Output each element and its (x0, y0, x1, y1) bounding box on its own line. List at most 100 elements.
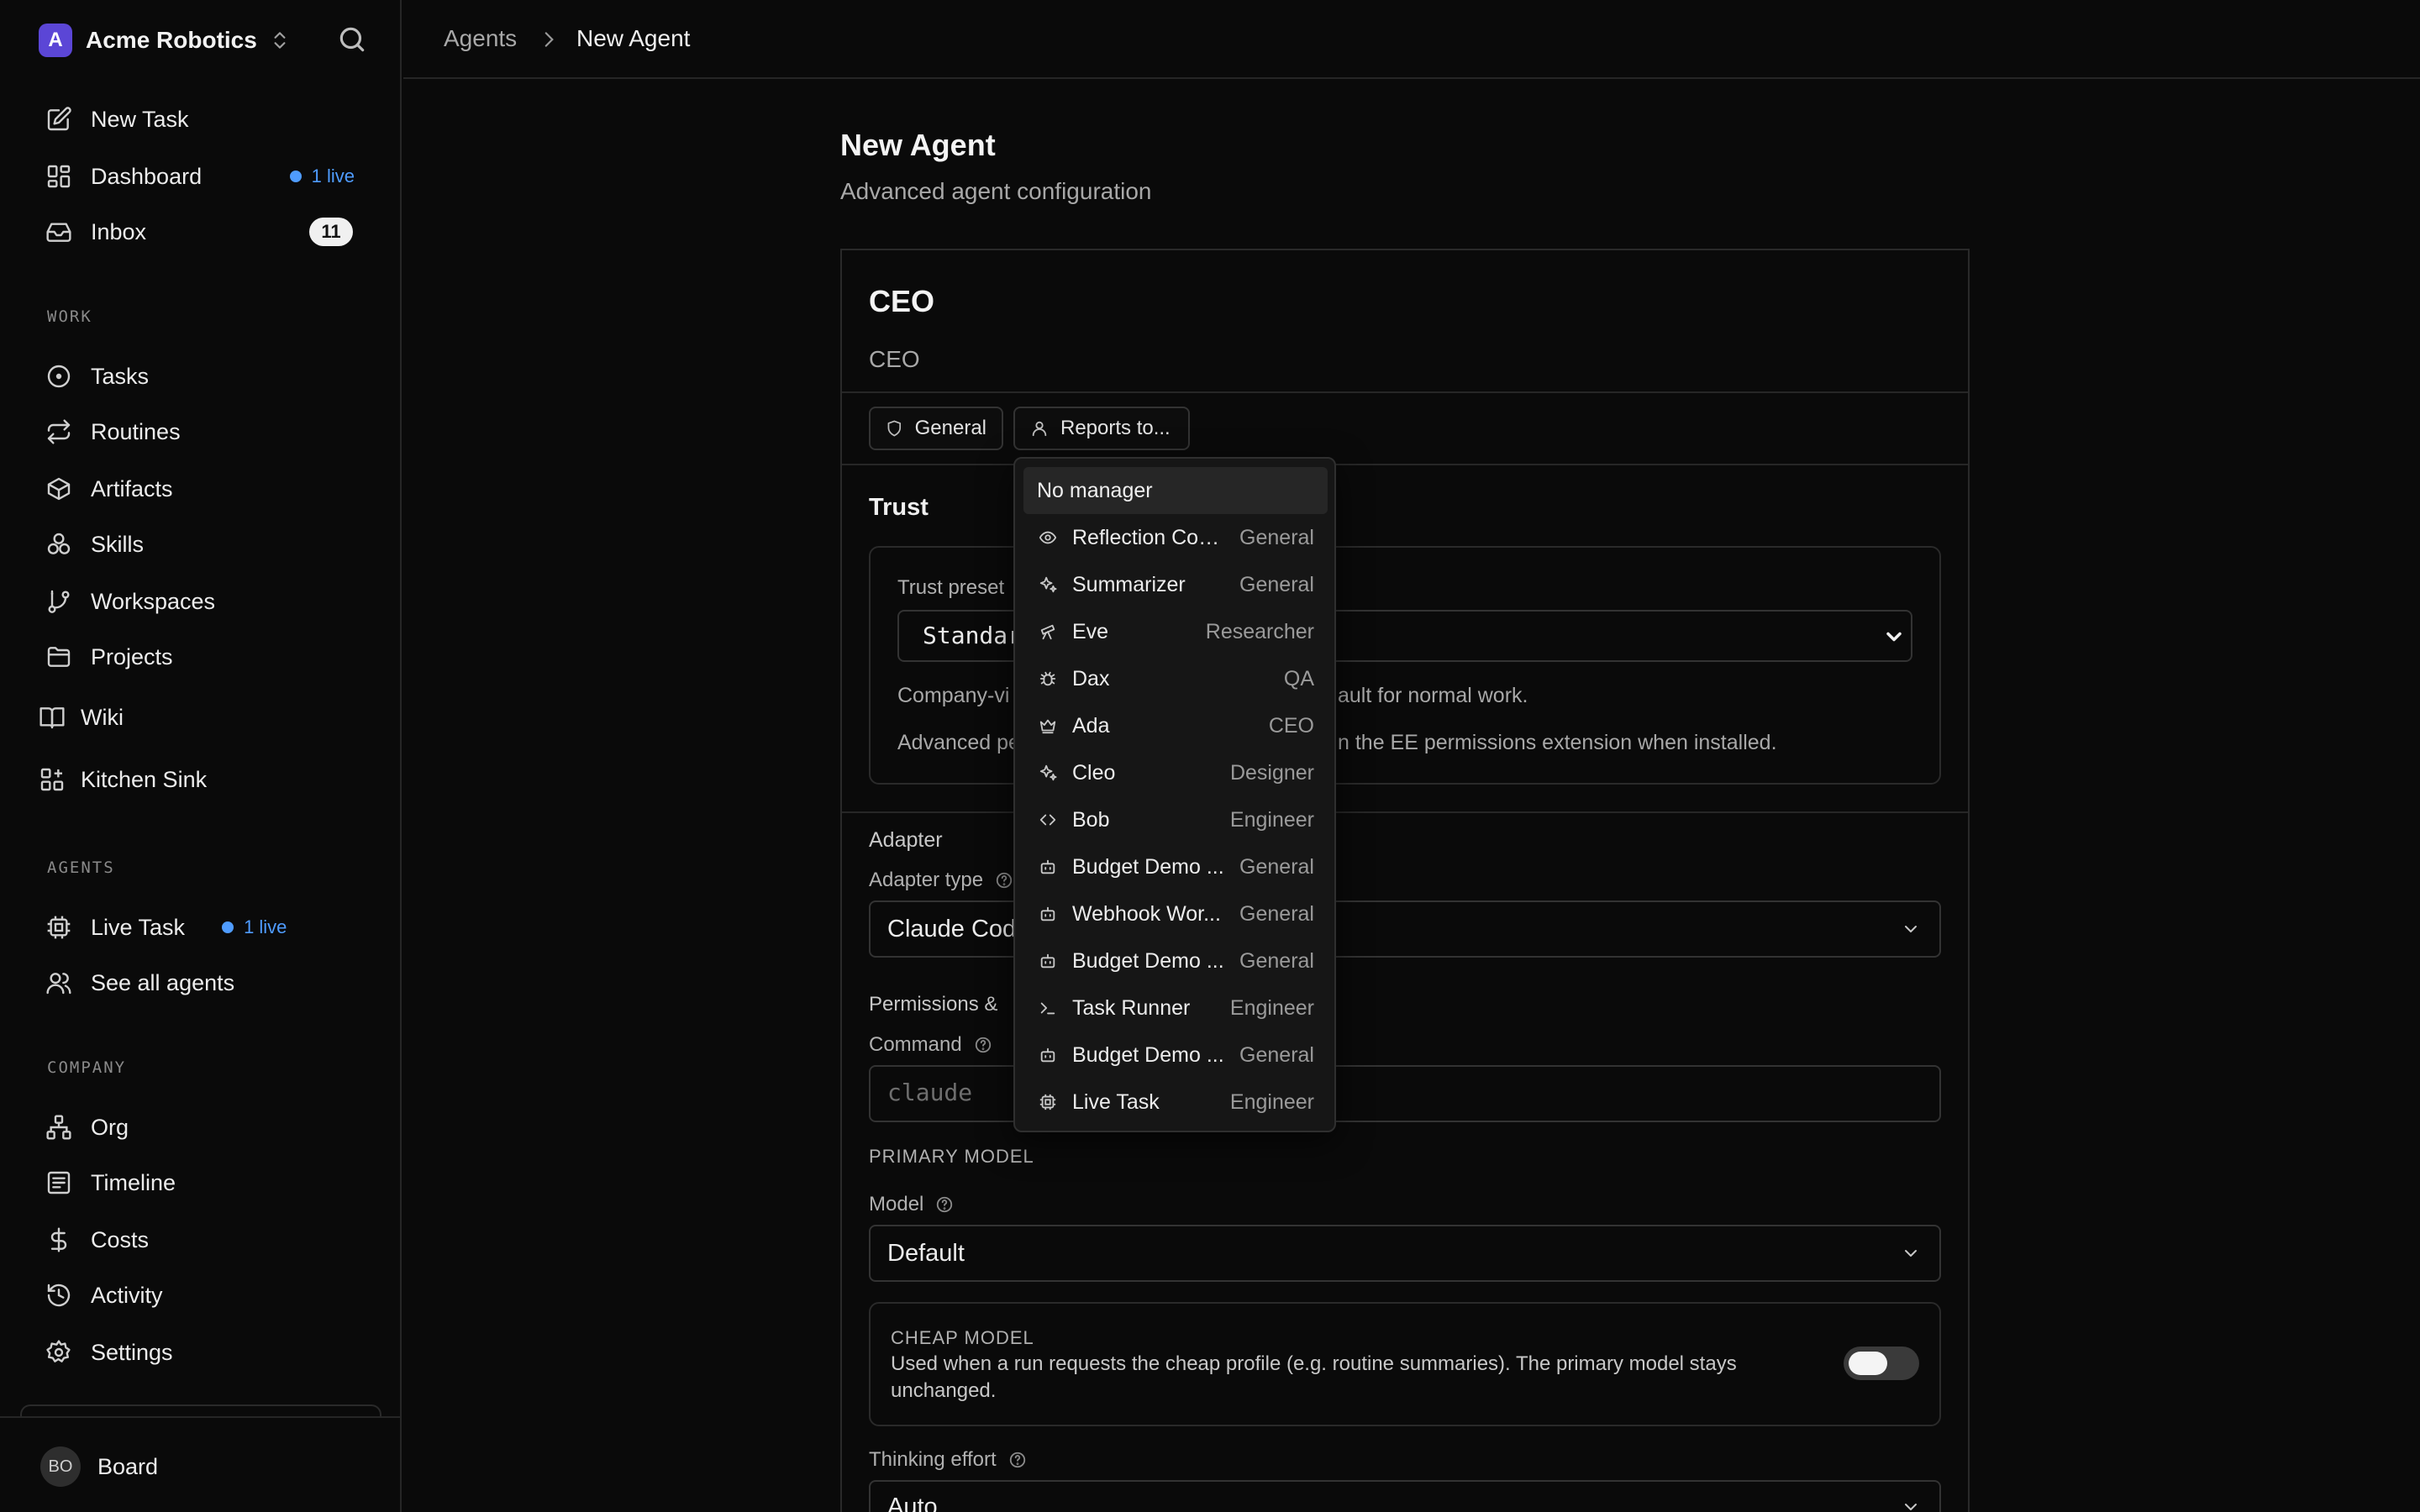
nav-label: Activity (91, 1282, 163, 1308)
nav-kitchen-sink[interactable]: Kitchen Sink (25, 756, 365, 803)
agent-name-input[interactable]: CEO (869, 284, 934, 319)
boxes-icon (45, 531, 72, 558)
nav-settings[interactable]: Settings (32, 1329, 371, 1376)
trust-note-end: n the EE permissions extension when inst… (1338, 731, 1777, 754)
code-icon (1039, 811, 1057, 829)
option-name: Reflection Coa... (1072, 525, 1227, 549)
dropdown-option[interactable]: Webhook Wor... General (1023, 890, 1328, 937)
git-branch-icon (45, 588, 72, 615)
help-circle-icon[interactable] (1008, 1451, 1027, 1469)
option-role: Researcher (1205, 619, 1314, 643)
gear-icon (45, 1339, 72, 1366)
option-name: Webhook Wor... (1072, 901, 1221, 926)
live-status: 1 live (289, 165, 355, 187)
trust-preset-label: Trust preset (897, 576, 1005, 599)
dropdown-option[interactable]: Ada CEO (1023, 702, 1328, 749)
help-circle-icon[interactable] (995, 871, 1013, 890)
dropdown-option[interactable]: Summarizer General (1023, 561, 1328, 608)
nav-projects[interactable]: Projects (32, 633, 371, 680)
primary-model-heading: PRIMARY MODEL (869, 1146, 1034, 1167)
option-name: Cleo (1072, 760, 1116, 785)
nav-routines[interactable]: Routines (32, 408, 371, 455)
agent-title-input[interactable]: CEO (869, 346, 920, 373)
nav-label: Routines (91, 418, 181, 444)
bot-icon (1039, 905, 1057, 923)
page-subtitle: Advanced agent configuration (840, 178, 1152, 204)
breadcrumb-current: New Agent (576, 25, 691, 51)
reports-to-chip[interactable]: Reports to... (1013, 407, 1190, 450)
dropdown-option[interactable]: Budget Demo ... General (1023, 1032, 1328, 1079)
chevrons-up-down-icon (269, 29, 291, 51)
nav-dashboard[interactable]: Dashboard 1 live (32, 153, 371, 200)
nav-workspaces[interactable]: Workspaces (32, 578, 371, 625)
role-chip-label: General (914, 417, 986, 439)
nav-activity[interactable]: Activity (32, 1272, 371, 1319)
chevron-down-icon (1882, 625, 1906, 648)
adapter-heading: Adapter (869, 828, 943, 852)
live-status: 1 live (222, 916, 287, 938)
thinking-effort-value: Auto (887, 1494, 938, 1512)
divider (842, 464, 1968, 465)
cpu-icon (1039, 1093, 1057, 1111)
option-name: Budget Demo ... (1072, 854, 1224, 879)
option-name: Budget Demo ... (1072, 948, 1224, 973)
nav-timeline[interactable]: Timeline (32, 1159, 371, 1206)
bot-icon (1039, 952, 1057, 970)
dropdown-option[interactable]: Live Task Engineer (1023, 1079, 1328, 1126)
model-label-text: Model (869, 1193, 924, 1215)
search-icon[interactable] (336, 24, 368, 55)
trust-note-start: Advanced pe (897, 731, 1020, 754)
dropdown-option[interactable]: Task Runner Engineer (1023, 984, 1328, 1032)
nav-org[interactable]: Org (32, 1104, 371, 1151)
user-menu[interactable]: BO Board (40, 1446, 158, 1487)
command-placeholder: claude (887, 1079, 973, 1106)
nav-inbox[interactable]: Inbox 11 (32, 208, 371, 255)
reports-to-dropdown: No manager Reflection Coa... General Sum… (1013, 457, 1336, 1132)
nav-label: Live Task (91, 914, 186, 940)
cheap-model-toggle[interactable] (1844, 1347, 1919, 1380)
nav-live-task[interactable]: Live Task 1 live (32, 904, 371, 951)
nav-label: Projects (91, 643, 173, 669)
trust-preset-value: Standar (923, 622, 1023, 649)
user-icon (1030, 419, 1049, 438)
role-chip[interactable]: General (869, 407, 1003, 450)
nav-label: Org (91, 1114, 129, 1140)
help-circle-icon[interactable] (935, 1195, 954, 1214)
dropdown-option[interactable]: Eve Researcher (1023, 608, 1328, 655)
nav-tasks[interactable]: Tasks (32, 353, 371, 400)
model-select[interactable] (869, 1225, 1941, 1282)
nav-label: Dashboard (91, 163, 203, 189)
dropdown-option[interactable]: Budget Demo ... General (1023, 843, 1328, 890)
dropdown-option-no-manager[interactable]: No manager (1023, 467, 1328, 514)
bug-icon (1039, 669, 1057, 688)
nav-artifacts[interactable]: Artifacts (32, 465, 371, 512)
option-name: Dax (1072, 666, 1110, 690)
dropdown-option[interactable]: Reflection Coa... General (1023, 514, 1328, 561)
breadcrumb-agents[interactable]: Agents (444, 25, 517, 52)
nav-label: New Task (91, 106, 189, 132)
option-role: General (1239, 525, 1314, 549)
live-dot (289, 171, 302, 182)
adapter-type-value: Claude Cod (887, 916, 1017, 942)
thinking-effort-select[interactable] (869, 1480, 1941, 1512)
bot-icon (1039, 1046, 1057, 1064)
dropdown-option[interactable]: Cleo Designer (1023, 749, 1328, 796)
nav-label: Inbox (91, 218, 147, 244)
nav-see-all-agents[interactable]: See all agents (32, 959, 371, 1006)
live-count: 1 live (311, 165, 355, 186)
nav-wiki[interactable]: Wiki (25, 694, 365, 741)
dropdown-option[interactable]: Dax QA (1023, 655, 1328, 702)
dropdown-option[interactable]: Budget Demo ... General (1023, 937, 1328, 984)
option-role: CEO (1268, 713, 1314, 738)
dropdown-option[interactable]: Bob Engineer (1023, 796, 1328, 843)
trust-description-end: ault for normal work. (1338, 684, 1528, 707)
book-icon (39, 704, 66, 731)
trust-heading: Trust (869, 494, 929, 521)
grid-plus-icon (39, 766, 66, 793)
nav-label: Settings (91, 1339, 173, 1365)
nav-new-task[interactable]: New Task (32, 96, 371, 143)
nav-skills[interactable]: Skills (32, 521, 371, 568)
company-switcher[interactable]: A Acme Robotics (39, 22, 291, 59)
help-circle-icon[interactable] (974, 1036, 992, 1054)
nav-costs[interactable]: Costs (32, 1216, 371, 1263)
